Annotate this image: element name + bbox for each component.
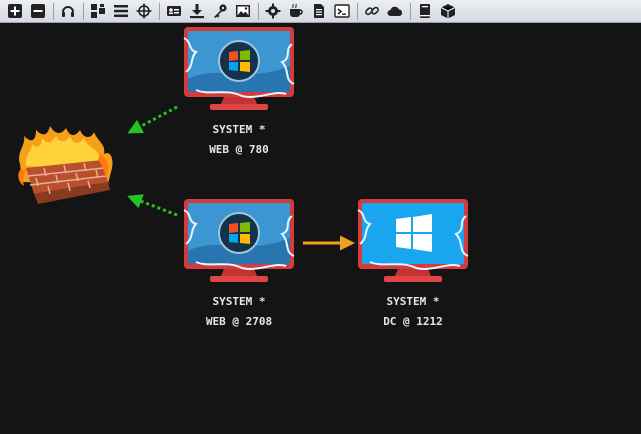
link-button[interactable] [363, 2, 381, 20]
session-host-pid: DC @ 1212 [383, 315, 443, 328]
package-icon [440, 4, 456, 19]
minus-button[interactable] [29, 2, 47, 20]
toolbar-separator [159, 2, 160, 20]
session-host-pid: WEB @ 2708 [205, 315, 273, 328]
link-icon [365, 6, 379, 16]
package-button[interactable] [439, 2, 457, 20]
crosshair-button[interactable] [135, 2, 153, 20]
session-label: SYSTEM * WEB @ 780 [169, 120, 309, 160]
credentials-button[interactable] [165, 2, 183, 20]
session-host-pid: WEB @ 780 [209, 143, 269, 156]
toolbar-separator [258, 2, 259, 20]
gear-button[interactable] [264, 2, 282, 20]
list-button[interactable] [112, 2, 130, 20]
toolbar-separator [53, 2, 54, 20]
coffee-button[interactable] [287, 2, 305, 20]
book-button[interactable] [416, 2, 434, 20]
pivot-graph-icon [91, 4, 105, 18]
headphones-button[interactable] [59, 2, 77, 20]
cloud-button[interactable] [386, 2, 404, 20]
toolbar-separator [357, 2, 358, 20]
toolbar [0, 0, 641, 23]
windows7-monitor-icon [183, 199, 295, 282]
session-node-web-2708[interactable]: SYSTEM * WEB @ 2708 [166, 196, 306, 336]
document-icon [314, 4, 324, 18]
coffee-icon [290, 3, 303, 17]
terminal-icon [334, 4, 350, 18]
credentials-icon [167, 6, 181, 16]
minus-icon [31, 4, 45, 18]
session-node-web-780[interactable]: SYSTEM * WEB @ 780 [166, 24, 306, 164]
download-button[interactable] [188, 2, 206, 20]
firewall-node[interactable] [12, 124, 122, 206]
crosshair-icon [136, 3, 152, 19]
pivot-graph-button[interactable] [89, 2, 107, 20]
terminal-button[interactable] [333, 2, 351, 20]
toolbar-separator [83, 2, 84, 20]
key-icon [214, 4, 227, 18]
session-label: SYSTEM * WEB @ 2708 [169, 292, 309, 332]
toolbar-separator [410, 2, 411, 20]
document-button[interactable] [310, 2, 328, 20]
session-user: SYSTEM * [386, 295, 440, 308]
pivot-graph-canvas[interactable]: SYSTEM * WEB @ 780 SYSTEM * WEB @ 2708 S… [0, 24, 641, 434]
plus-button[interactable] [6, 2, 24, 20]
session-node-dc-1212[interactable]: SYSTEM * DC @ 1212 [340, 196, 480, 336]
gear-icon [265, 3, 281, 19]
firewall-icon [18, 126, 113, 204]
session-user: SYSTEM * [212, 295, 266, 308]
image-button[interactable] [234, 2, 252, 20]
book-icon [420, 4, 430, 18]
session-label: SYSTEM * DC @ 1212 [343, 292, 483, 332]
cobalt-strike-window: SYSTEM * WEB @ 780 SYSTEM * WEB @ 2708 S… [0, 0, 641, 434]
headphones-icon [62, 6, 74, 17]
plus-icon [8, 4, 22, 18]
key-button[interactable] [211, 2, 229, 20]
windows10-monitor-icon [357, 199, 469, 282]
download-icon [190, 4, 204, 19]
list-icon [114, 5, 128, 17]
cloud-icon [387, 6, 403, 17]
session-user: SYSTEM * [212, 123, 266, 136]
windows7-monitor-icon [183, 27, 295, 110]
image-icon [236, 5, 250, 17]
